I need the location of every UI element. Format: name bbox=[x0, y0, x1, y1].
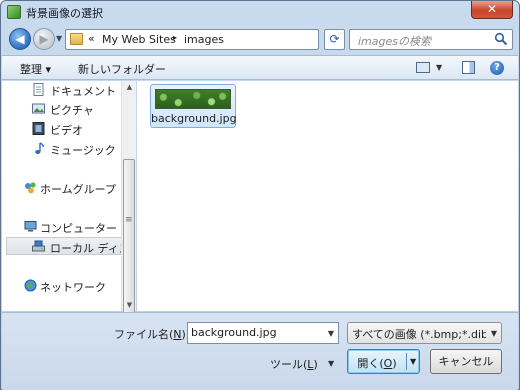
nav-item-music[interactable]: ミュージック bbox=[2, 140, 122, 158]
search-placeholder: imagesの検索 bbox=[358, 35, 431, 48]
help-icon[interactable]: ? bbox=[490, 61, 504, 75]
file-type-select[interactable]: すべての画像 (*.bmp;*.dib;* ▼ bbox=[347, 322, 502, 344]
open-label: 開く(O) bbox=[357, 357, 397, 370]
image-thumbnail bbox=[155, 89, 231, 109]
tools-button[interactable]: ツール(L) bbox=[270, 356, 318, 372]
scroll-down-icon[interactable]: ▼ bbox=[122, 301, 137, 309]
dialog-footer: ファイル名(N): background.jpg ▼ すべての画像 (*.bmp… bbox=[2, 312, 518, 390]
cancel-button[interactable]: キャンセル bbox=[430, 349, 502, 374]
pictures-icon bbox=[32, 103, 45, 114]
nav-item-pictures[interactable]: ピクチャ bbox=[2, 100, 122, 118]
search-input[interactable]: imagesの検索 bbox=[349, 29, 513, 50]
back-button[interactable]: ◀ bbox=[9, 28, 31, 50]
change-view-icon[interactable] bbox=[416, 62, 430, 73]
close-button[interactable]: ✕ bbox=[471, 1, 513, 19]
scroll-grip-icon: ≡ bbox=[125, 215, 133, 225]
window-title: 背景画像の選択 bbox=[26, 7, 103, 20]
nav-item-local-disk[interactable]: ローカル ディス bbox=[6, 237, 130, 255]
nav-label-pictures: ピクチャ bbox=[50, 104, 94, 117]
file-type-value: すべての画像 (*.bmp;*.dib;* bbox=[352, 328, 486, 341]
computer-icon bbox=[24, 221, 37, 232]
search-icon[interactable] bbox=[494, 32, 508, 46]
nav-label-documents: ドキュメント bbox=[50, 85, 116, 98]
address-bar[interactable]: « My Web Sites ▸ images ▼ bbox=[65, 29, 378, 50]
homegroup-icon bbox=[25, 182, 36, 194]
nav-item-network[interactable]: ネットワーク bbox=[2, 277, 122, 295]
nav-label-local-disk: ローカル ディス bbox=[50, 242, 130, 255]
open-split-divider bbox=[406, 353, 407, 370]
nav-label-music: ミュージック bbox=[50, 144, 116, 157]
nav-item-homegroup[interactable]: ホームグループ bbox=[2, 179, 122, 197]
nav-item-videos[interactable]: ビデオ bbox=[2, 120, 122, 138]
more-locations-icon[interactable]: « bbox=[88, 32, 95, 45]
nav-item-documents[interactable]: ドキュメント bbox=[2, 81, 122, 99]
nav-label-network: ネットワーク bbox=[40, 281, 106, 294]
nav-item-computer[interactable]: コンピューター bbox=[2, 218, 122, 236]
new-folder-button[interactable]: 新しいフォルダー bbox=[78, 61, 166, 77]
nav-pane-scrollbar[interactable]: ▲ ≡ ▼ bbox=[121, 81, 137, 365]
local-disk-icon bbox=[32, 240, 45, 252]
nav-label-computer: コンピューター bbox=[40, 222, 117, 235]
network-icon bbox=[24, 279, 37, 292]
scroll-up-icon[interactable]: ▲ bbox=[122, 83, 137, 91]
file-dialog-window: 背景画像の選択 ✕ ◀ ▶ ▼ « My Web Sites ▸ images … bbox=[0, 0, 520, 390]
navigation-pane: ドキュメント ピクチャ ビデオ ミュージック ホームグループ コンピューター ロ… bbox=[2, 81, 136, 311]
folder-icon bbox=[70, 33, 83, 45]
view-options-dropdown-icon[interactable]: ▼ bbox=[436, 63, 442, 72]
file-name: background.jpg bbox=[151, 112, 237, 125]
filename-label: ファイル名(N): bbox=[114, 328, 190, 341]
filename-value: background.jpg bbox=[191, 326, 277, 339]
file-list-area[interactable]: background.jpg bbox=[137, 81, 518, 311]
title-bar[interactable]: 背景画像の選択 ✕ bbox=[1, 1, 519, 23]
open-dropdown-icon[interactable]: ▼ bbox=[410, 357, 416, 366]
file-type-dropdown-icon[interactable]: ▼ bbox=[491, 329, 497, 338]
breadcrumb-images[interactable]: images bbox=[184, 33, 224, 46]
breadcrumb-my-web-sites[interactable]: My Web Sites bbox=[102, 33, 176, 46]
filename-input[interactable]: background.jpg ▼ bbox=[187, 322, 339, 344]
nav-label-videos: ビデオ bbox=[50, 124, 83, 137]
nav-label-homegroup: ホームグループ bbox=[40, 183, 117, 196]
tools-dropdown-icon[interactable]: ▼ bbox=[328, 359, 334, 368]
filename-dropdown-icon[interactable]: ▼ bbox=[328, 329, 334, 338]
preview-pane-icon[interactable] bbox=[462, 61, 475, 74]
recent-pages-dropdown-icon[interactable]: ▼ bbox=[56, 34, 62, 43]
address-row: ◀ ▶ ▼ « My Web Sites ▸ images ▼ ⟳ images… bbox=[1, 25, 519, 53]
breadcrumb-separator-icon[interactable]: ▸ bbox=[173, 33, 177, 42]
file-item-background-jpg[interactable]: background.jpg bbox=[150, 84, 237, 128]
document-icon bbox=[33, 83, 44, 96]
open-button[interactable]: 開く(O) ▼ bbox=[347, 349, 420, 374]
organize-button[interactable]: 整理 ▾ bbox=[20, 61, 51, 77]
video-icon bbox=[32, 122, 45, 135]
app-icon bbox=[7, 5, 21, 19]
refresh-button[interactable]: ⟳ bbox=[324, 29, 345, 50]
command-toolbar: 整理 ▾ 新しいフォルダー ▼ ? bbox=[2, 55, 518, 80]
music-icon bbox=[35, 142, 45, 154]
forward-button[interactable]: ▶ bbox=[33, 28, 55, 50]
